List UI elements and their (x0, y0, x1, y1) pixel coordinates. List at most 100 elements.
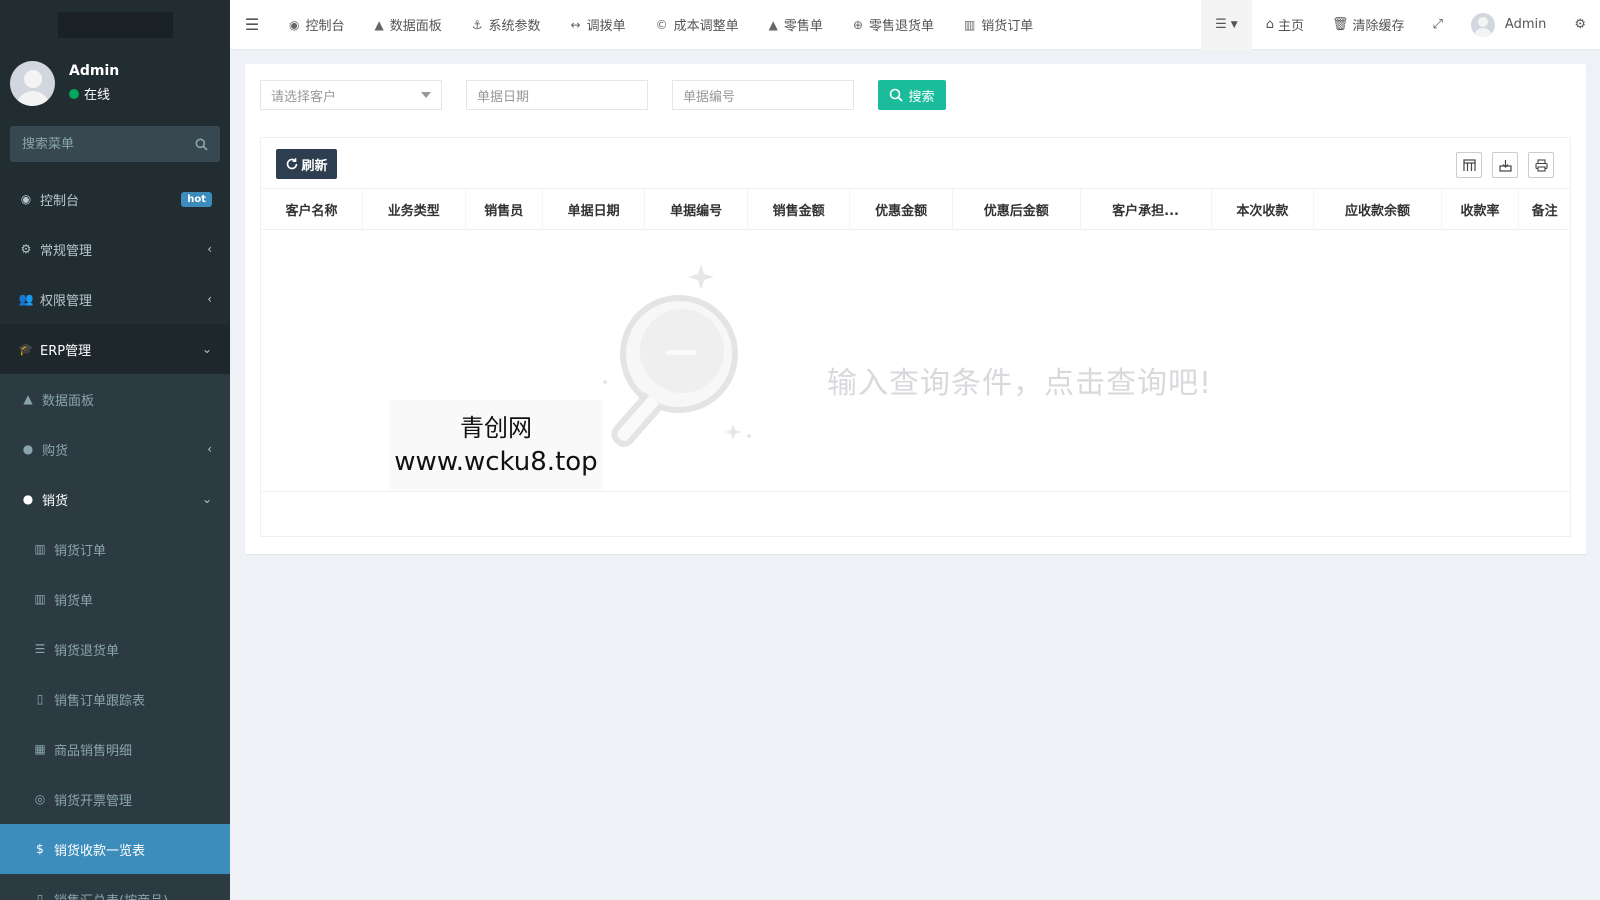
bar-chart-icon: ▥ (963, 17, 976, 32)
logo[interactable] (57, 12, 173, 38)
sidebar-item-label: 销货收款一览表 (54, 843, 146, 859)
customer-select[interactable]: 请选择客户 (260, 80, 442, 110)
caret-down-icon (421, 92, 431, 98)
sidebar-item-label: 销售订单跟踪表 (54, 693, 146, 709)
sidebar-item-erp[interactable]: 🎓 ERP管理 ⌄ (0, 324, 230, 374)
chevron-down-icon: ⌄ (201, 342, 212, 356)
column-header[interactable]: 单据编号 (644, 188, 748, 230)
column-header[interactable]: 客户承担... (1080, 188, 1212, 230)
home-icon: ⌂ (1265, 17, 1274, 32)
sidebar-item-sales-return[interactable]: ☰ 销货退货单 (0, 624, 230, 674)
sidebar-item-label: 销货订单 (54, 543, 107, 559)
tab-label: 零售退货单 (868, 19, 934, 34)
table-header-row: 客户名称 业务类型 销售员 单据日期 单据编号 销售金额 优惠金额 优惠后金额 … (261, 188, 1570, 230)
sidebar-item-sales-order[interactable]: ▥ 销货订单 (0, 524, 230, 574)
search-button[interactable]: 搜索 (878, 80, 946, 110)
clear-cache-button[interactable]: 🗑 清除缓存 (1318, 0, 1419, 50)
sidebar-item-sales-bill[interactable]: ▥ 销货单 (0, 574, 230, 624)
cogs-icon: ⚙ (1574, 17, 1586, 32)
dashboard-icon: ◉ (289, 17, 300, 32)
search-icon[interactable] (195, 138, 208, 151)
users-icon: 👥 (18, 292, 34, 306)
user-status: 在线 (69, 84, 119, 103)
column-header[interactable]: 收款率 (1441, 188, 1520, 230)
sidebar-item-receipt-list[interactable]: $ 销货收款一览表 (0, 824, 230, 874)
sidebar-item-permission[interactable]: 👥 权限管理 ‹ (0, 274, 230, 324)
tab-data-panel[interactable]: ▲ 数据面板 (360, 0, 457, 50)
bill-number-input[interactable]: 单据编号 (672, 80, 854, 110)
tab-retail[interactable]: ▲ 零售单 (754, 0, 838, 50)
export-button[interactable] (1492, 152, 1518, 178)
column-header[interactable]: 销售金额 (747, 188, 851, 230)
hot-badge: hot (181, 191, 212, 207)
sidebar-item-invoice-management[interactable]: ◎ 销货开票管理 (0, 774, 230, 824)
column-header[interactable]: 优惠后金额 (952, 188, 1081, 230)
user-name: Admin (69, 63, 120, 79)
column-header[interactable]: 备注 (1518, 188, 1570, 230)
sidebar-item-label: 销货 (42, 493, 69, 509)
bar-chart-icon: ▥ (34, 592, 46, 606)
column-header[interactable]: 业务类型 (362, 188, 466, 230)
tab-retail-return[interactable]: ⊕ 零售退货单 (838, 0, 949, 50)
tab-system-params[interactable]: ⚓ 系统参数 (457, 0, 556, 50)
user-menu[interactable]: Admin (1457, 0, 1560, 50)
bar-chart-icon: ▥ (34, 542, 46, 556)
bill-date-placeholder: 单据日期 (477, 89, 530, 105)
erp-submenu: ▲ 数据面板 ● 购货 ‹ ● 销货 ⌄ ▥ 销货订单 ▥ 销货单 ☰ 销货退货… (0, 374, 230, 900)
caret-down-icon: ▼ (1230, 19, 1238, 30)
area-chart-icon: ▲ (23, 392, 33, 406)
dashboard-icon: ◉ (20, 192, 32, 206)
status-label: 在线 (84, 88, 111, 103)
search-icon (890, 88, 904, 102)
home-link[interactable]: ⌂ 主页 (1252, 0, 1318, 50)
tab-dashboard[interactable]: ◉ 控制台 (274, 0, 360, 50)
sidebar-item-label: ERP管理 (40, 343, 92, 359)
settings-button[interactable]: ⚙ (1560, 0, 1600, 50)
github-icon: ● (22, 442, 34, 456)
sidebar-item-label: 购货 (42, 443, 69, 459)
columns-button[interactable] (1456, 152, 1482, 178)
column-header[interactable]: 单据日期 (542, 188, 646, 230)
chevron-down-icon: ⌄ (201, 492, 212, 506)
tab-label: 控制台 (305, 19, 345, 34)
area-chart-icon: ▲ (374, 17, 384, 32)
dollar-icon: $ (36, 842, 44, 856)
sidebar-item-data-panel[interactable]: ▲ 数据面板 (0, 374, 230, 424)
sidebar-item-label: 数据面板 (42, 393, 95, 409)
list-icon: ☰ (1215, 17, 1227, 32)
sidebar-item-dashboard[interactable]: ◉ 控制台 hot (0, 174, 230, 224)
sidebar-item-sales[interactable]: ● 销货 ⌄ (0, 474, 230, 524)
column-header[interactable]: 优惠金额 (849, 188, 953, 230)
sidebar-item-order-tracking[interactable]: ▯ 销售订单跟踪表 (0, 674, 230, 724)
tab-menu-dropdown[interactable]: ☰ ▼ (1201, 0, 1252, 50)
column-header[interactable]: 客户名称 (261, 188, 364, 230)
apple-icon: ● (22, 492, 34, 506)
fullscreen-button[interactable]: ⤢ (1419, 0, 1457, 50)
file-icon: ▯ (36, 892, 44, 900)
cogs-icon: ⚙ (20, 242, 32, 256)
right-nav: ☰ ▼ ⌂ 主页 🗑 清除缓存 ⤢ Admin ⚙ (1201, 0, 1600, 50)
tab-transfer[interactable]: ↔ 调拨单 (556, 0, 641, 50)
copyright-icon: © (655, 17, 668, 32)
print-button[interactable] (1528, 152, 1554, 178)
column-header[interactable]: 本次收款 (1211, 188, 1315, 230)
column-header[interactable]: 应收款余额 (1313, 188, 1442, 230)
sidebar-item-product-sales-detail[interactable]: ▦ 商品销售明细 (0, 724, 230, 774)
sidebar-item-purchase[interactable]: ● 购货 ‹ (0, 424, 230, 474)
clear-cache-label: 清除缓存 (1352, 19, 1405, 34)
refresh-label: 刷新 (301, 158, 328, 174)
tab-cost-adjust[interactable]: © 成本调整单 (641, 0, 754, 50)
menu-search-input[interactable] (22, 136, 172, 152)
tab-label: 零售单 (783, 19, 823, 34)
graduation-cap-icon: 🎓 (18, 342, 34, 356)
filter-bar: 请选择客户 单据日期 单据编号 搜索 (260, 80, 946, 110)
column-header[interactable]: 销售员 (465, 188, 543, 230)
sidebar-item-sales-summary[interactable]: ▯ 销售汇总表(按商品) (0, 874, 230, 900)
tab-label: 调拨单 (586, 19, 626, 34)
bill-date-input[interactable]: 单据日期 (466, 80, 648, 110)
watermark-line1: 青创网 (460, 414, 532, 442)
sidebar-toggle-icon[interactable]: ☰ (230, 15, 274, 34)
tab-sales-order[interactable]: ▥ 销货订单 (949, 0, 1048, 50)
refresh-button[interactable]: 刷新 (276, 149, 337, 179)
sidebar-item-general[interactable]: ⚙ 常规管理 ‹ (0, 224, 230, 274)
